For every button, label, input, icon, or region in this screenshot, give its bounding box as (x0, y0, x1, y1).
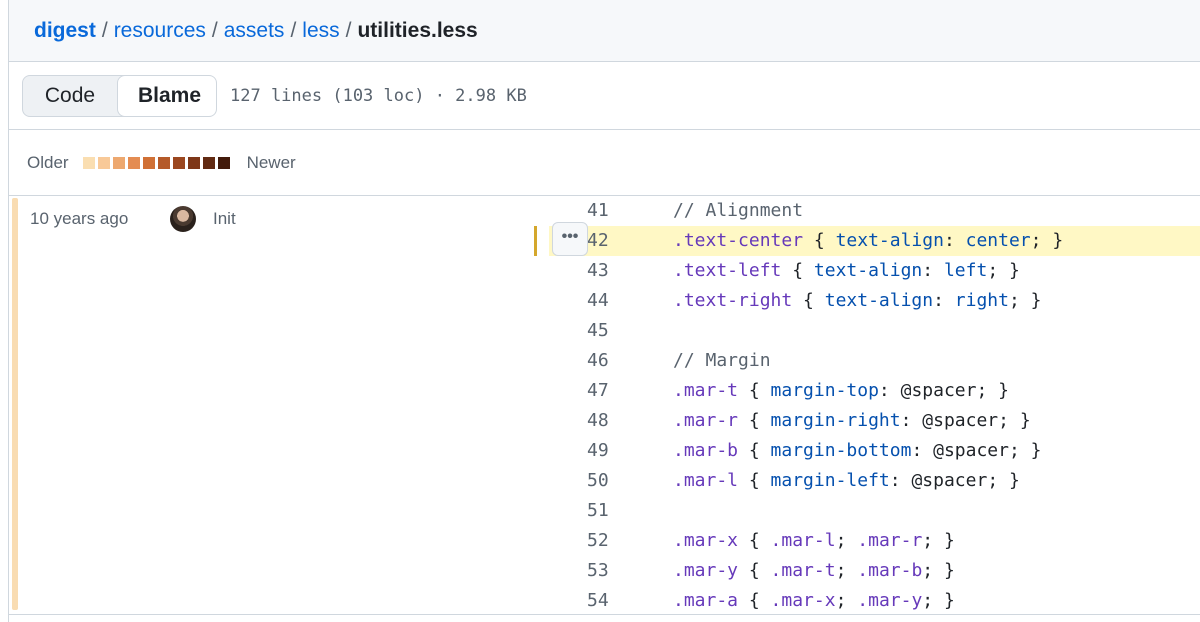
line-code: .mar-x { .mar-l; .mar-r; } (673, 530, 955, 551)
line-number[interactable]: 47 (587, 376, 623, 406)
line-number[interactable]: 50 (587, 466, 623, 496)
line-number[interactable]: 49 (587, 436, 623, 466)
age-swatch (142, 156, 155, 169)
line-number[interactable]: 54 (587, 586, 623, 616)
age-color-scale (82, 156, 233, 169)
blame-body: 10 years ago Init 41// Alignment 42 .text-… (9, 196, 1200, 622)
file-info: 127 lines (103 loc) · 2.98 KB (230, 85, 527, 106)
breadcrumb-link-assets[interactable]: assets (224, 19, 285, 43)
blame-view: digest / resources / assets / less / uti… (8, 0, 1200, 622)
breadcrumb-current-file: utilities.less (357, 18, 478, 42)
line-number[interactable]: 51 (587, 496, 623, 526)
line-number[interactable]: 48 (587, 406, 623, 436)
line-number[interactable]: 42 (587, 226, 623, 256)
age-swatch (127, 156, 140, 169)
line-code: .text-center { text-align: center; } (673, 230, 1064, 251)
code-line: 49 .mar-b { margin-bottom: @spacer; } (9, 436, 1200, 466)
line-number[interactable]: 43 (587, 256, 623, 286)
code-line: 54 .mar-a { .mar-x; .mar-y; } (9, 586, 1200, 616)
line-number[interactable]: 41 (587, 196, 623, 226)
code-line: 52 .mar-x { .mar-l; .mar-r; } (9, 526, 1200, 556)
file-toolbar: Code Blame 127 lines (103 loc) · 2.98 KB (9, 62, 1200, 130)
code-line: 44 .text-right { text-align: right; } (9, 286, 1200, 316)
blame-age-legend: Older Newer (9, 130, 1200, 196)
code-line: 46 // Margin (9, 346, 1200, 376)
line-number[interactable]: 53 (587, 556, 623, 586)
age-swatch (82, 156, 95, 169)
code-line: 50 .mar-l { margin-left: @spacer; } (9, 466, 1200, 496)
line-code: .mar-a { .mar-x; .mar-y; } (673, 590, 955, 611)
age-swatch (202, 156, 215, 169)
line-number[interactable]: 46 (587, 346, 623, 376)
code-line: 53 .mar-y { .mar-t; .mar-b; } (9, 556, 1200, 586)
code-line: 42 .text-center { text-align: center; } (549, 226, 1200, 256)
age-swatch (217, 156, 230, 169)
line-code: .mar-r { margin-right: @spacer; } (673, 410, 1031, 431)
legend-newer-label: Newer (246, 152, 296, 172)
breadcrumb-separator: / (101, 18, 108, 42)
breadcrumb-separator: / (345, 18, 352, 42)
blame-view-button[interactable]: Blame (117, 75, 216, 116)
breadcrumb-link-less[interactable]: less (302, 19, 339, 43)
age-swatch (157, 156, 170, 169)
code-line: 48 .mar-r { margin-right: @spacer; } (9, 406, 1200, 436)
breadcrumb: digest / resources / assets / less / uti… (9, 0, 1200, 62)
code-line: 41 // Alignment (9, 196, 1200, 226)
line-code: .text-right { text-align: right; } (673, 290, 1042, 311)
code-line: 43 .text-left { text-align: left; } (9, 256, 1200, 286)
age-swatch (187, 156, 200, 169)
age-swatch (172, 156, 185, 169)
kebab-horizontal-icon[interactable]: ••• (552, 222, 588, 256)
breadcrumb-separator: / (211, 18, 218, 42)
code-view-button[interactable]: Code (23, 76, 117, 116)
line-code: .mar-l { margin-left: @spacer; } (673, 470, 1020, 491)
age-swatch (112, 156, 125, 169)
line-code: .mar-b { margin-bottom: @spacer; } (673, 440, 1042, 461)
code-line: 45 (9, 316, 1200, 346)
line-number[interactable]: 45 (587, 316, 623, 346)
line-number[interactable]: 44 (587, 286, 623, 316)
line-code: .text-left { text-align: left; } (673, 260, 1020, 281)
breadcrumb-repo-link[interactable]: digest (34, 19, 96, 43)
line-number[interactable]: 52 (587, 526, 623, 556)
line-code: .mar-t { margin-top: @spacer; } (673, 380, 1009, 401)
line-code: // Margin (673, 350, 771, 371)
line-code: // Alignment (673, 200, 804, 221)
code-line: 51 (9, 496, 1200, 526)
age-swatch (97, 156, 110, 169)
breadcrumb-separator: / (290, 18, 297, 42)
highlight-marker (534, 226, 537, 256)
line-code: .mar-y { .mar-t; .mar-b; } (673, 560, 955, 581)
breadcrumb-link-resources[interactable]: resources (114, 19, 206, 43)
code-line: 47 .mar-t { margin-top: @spacer; } (9, 376, 1200, 406)
divider (9, 614, 1200, 615)
legend-older-label: Older (27, 152, 69, 172)
view-toggle: Code Blame (22, 74, 217, 117)
